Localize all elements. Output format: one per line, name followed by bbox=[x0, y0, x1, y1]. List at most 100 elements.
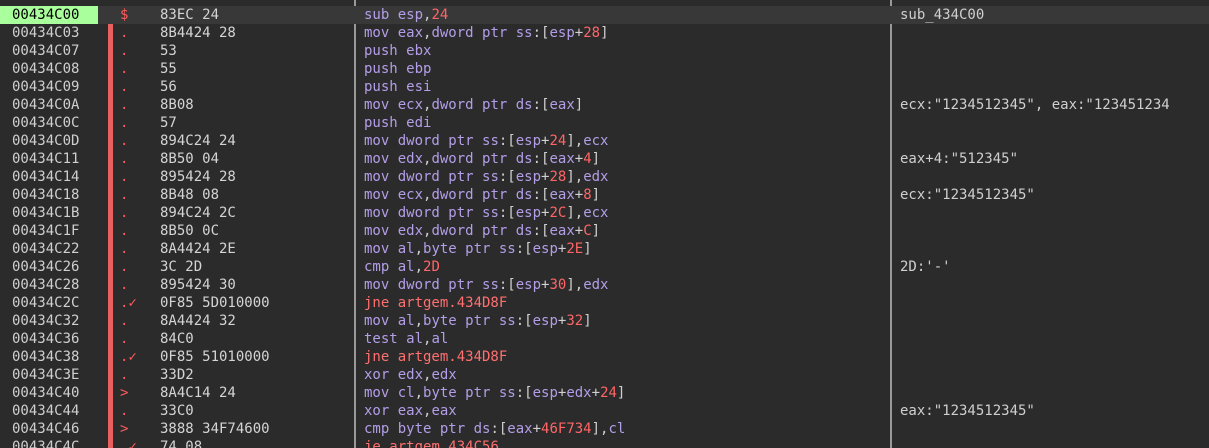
disassembly-view[interactable]: 00434C00 $83EC 24 sub esp,24 sub_434C00 0043… bbox=[0, 0, 1209, 448]
operand: esp bbox=[397, 7, 424, 23]
comment bbox=[900, 420, 1209, 438]
mnemonic: cmp bbox=[364, 421, 398, 437]
comment bbox=[900, 24, 1209, 42]
operand: al bbox=[431, 331, 449, 347]
operand: , bbox=[414, 385, 424, 401]
instruction-row[interactable]: 00434C36. 84C0 test al,al bbox=[0, 330, 1209, 348]
address: 00434C22 bbox=[12, 241, 80, 257]
operand: eax bbox=[549, 97, 575, 113]
operand: ] bbox=[591, 151, 601, 167]
instruction-row[interactable]: 00434C1F. 8B50 0C mov edx,dword ptr ds:[ea… bbox=[0, 222, 1209, 240]
address: 00434C0D bbox=[12, 133, 80, 149]
jump-marker: > bbox=[120, 385, 129, 401]
instruction: mov edx,dword ptr ds:[eax+C] bbox=[364, 222, 884, 240]
operand: ], bbox=[566, 205, 584, 221]
operand: :[ bbox=[515, 385, 533, 401]
opcode-bytes: 8B50 04 bbox=[160, 151, 220, 167]
instruction-row[interactable]: 00434C07. 53 push ebx bbox=[0, 42, 1209, 60]
instruction: je artgem.434C56 bbox=[364, 438, 884, 448]
address: 00434C0C bbox=[12, 115, 80, 131]
comment: eax:"1234512345" bbox=[900, 403, 1035, 419]
instruction-row[interactable]: 00434C11. 8B50 04 mov edx,dword ptr ds:[ea… bbox=[0, 150, 1209, 168]
opcode-bytes: 57 bbox=[160, 115, 177, 131]
comment: ecx:"1234512345" bbox=[900, 187, 1035, 203]
instruction-row[interactable]: 00434C26. 3C 2D cmp al,2D 2D:'-' bbox=[0, 258, 1209, 276]
instruction-row[interactable]: 00434C0A. 8B08 mov ecx,dword ptr ds:[eax] e… bbox=[0, 96, 1209, 114]
instruction-row[interactable]: 00434C03. 8B4424 28 mov eax,dword ptr ss:[… bbox=[0, 24, 1209, 42]
instruction-row[interactable]: 00434C28. 895424 30 mov dword ptr ss:[esp+… bbox=[0, 276, 1209, 294]
address: 00434C09 bbox=[12, 79, 80, 95]
jump-marker: . bbox=[120, 115, 129, 131]
jump-marker: . bbox=[120, 313, 129, 329]
mnemonic: mov bbox=[364, 313, 398, 329]
instruction-row[interactable]: 00434C0C. 57 push edi bbox=[0, 114, 1209, 132]
instruction-row[interactable]: 00434C09. 56 push esi bbox=[0, 78, 1209, 96]
instruction-row[interactable]: 00434C22. 8A4424 2E mov al,byte ptr ss:[es… bbox=[0, 240, 1209, 258]
operand: esp bbox=[532, 313, 558, 329]
operand: esp bbox=[515, 133, 542, 149]
operand: ] bbox=[616, 385, 626, 401]
jump-marker: . bbox=[120, 133, 129, 149]
operand: 2E bbox=[566, 241, 584, 257]
operand: ecx bbox=[397, 97, 424, 113]
jump-marker: . bbox=[120, 97, 129, 113]
instruction-row[interactable]: 00434C44. 33C0 xor eax,eax eax:"1234512345" bbox=[0, 402, 1209, 420]
operand: ss bbox=[515, 25, 533, 41]
instruction-row[interactable]: 00434C46 >3888 34F74600 cmp byte ptr ds:[e… bbox=[0, 420, 1209, 438]
operand: al bbox=[406, 331, 424, 347]
instruction-row[interactable]: 00434C32. 8A4424 32 mov al,byte ptr ss:[es… bbox=[0, 312, 1209, 330]
comment bbox=[900, 132, 1209, 150]
instruction-row[interactable]: 00434C1B. 894C24 2C mov dword ptr ss:[esp+… bbox=[0, 204, 1209, 222]
operand: edx bbox=[566, 385, 592, 401]
instruction: mov al,byte ptr ss:[esp+2E] bbox=[364, 240, 884, 258]
comment bbox=[900, 384, 1209, 402]
instruction-row[interactable]: 00434C40 >8A4C14 24 mov cl,byte ptr ss:[es… bbox=[0, 384, 1209, 402]
address: 00434C0A bbox=[12, 97, 80, 113]
instruction-row[interactable]: 00434C4C .✓ 74 08 je artgem.434C56 bbox=[0, 438, 1209, 448]
comment bbox=[900, 438, 1209, 448]
instruction-row[interactable]: 00434C08. 55 push ebp bbox=[0, 60, 1209, 78]
comment bbox=[900, 312, 1209, 330]
mnemonic: cmp bbox=[364, 259, 398, 275]
operand: dword ptr bbox=[431, 223, 516, 239]
jump-marker: . bbox=[120, 367, 129, 383]
operand: + bbox=[591, 385, 601, 401]
operand: ], bbox=[566, 169, 584, 185]
operand: dword ptr bbox=[397, 169, 483, 185]
opcode-bytes: 8B48 08 bbox=[160, 187, 220, 203]
comment bbox=[900, 366, 1209, 384]
comment bbox=[900, 276, 1209, 294]
operand: :[ bbox=[532, 187, 550, 203]
instruction-row[interactable]: 00434C18. 8B48 08 mov ecx,dword ptr ds:[ea… bbox=[0, 186, 1209, 204]
operand: byte ptr bbox=[423, 241, 499, 257]
jump-marker: . bbox=[120, 205, 129, 221]
instruction: mov dword ptr ss:[esp+30],edx bbox=[364, 276, 884, 294]
operand: ds bbox=[515, 151, 533, 167]
instruction-row[interactable]: 00434C14. 895424 28 mov dword ptr ss:[esp+… bbox=[0, 168, 1209, 186]
comment: eax+4:"512345" bbox=[900, 151, 1019, 167]
mnemonic: xor bbox=[364, 403, 398, 419]
instruction-row[interactable]: 00434C2C .✓ 0F85 5D010000 jne artgem.434D8F bbox=[0, 294, 1209, 312]
opcode-bytes: 8A4424 2E bbox=[160, 241, 236, 257]
jump-marker: . bbox=[120, 403, 129, 419]
operand: eax bbox=[397, 403, 424, 419]
jump-marker: . bbox=[120, 331, 129, 347]
operand: byte ptr bbox=[397, 421, 474, 437]
mnemonic: xor bbox=[364, 367, 398, 383]
opcode-bytes: 33C0 bbox=[160, 403, 194, 419]
instruction: mov cl,byte ptr ss:[esp+edx+24] bbox=[364, 384, 884, 402]
operand: esp bbox=[549, 25, 575, 41]
instruction: mov dword ptr ss:[esp+2C],ecx bbox=[364, 204, 884, 222]
operand: eax bbox=[549, 223, 575, 239]
address: 00434C3E bbox=[12, 367, 80, 383]
instruction-row[interactable]: 00434C00 $83EC 24 sub esp,24 sub_434C00 bbox=[0, 6, 1209, 24]
mnemonic: mov bbox=[364, 223, 398, 239]
operand: edx bbox=[583, 277, 609, 293]
instruction-row[interactable]: 00434C0D. 894C24 24 mov dword ptr ss:[esp+… bbox=[0, 132, 1209, 150]
address: 00434C07 bbox=[12, 43, 80, 59]
instruction-row[interactable]: 00434C38 .✓ 0F85 51010000 jne artgem.434D8F bbox=[0, 348, 1209, 366]
mnemonic: mov bbox=[364, 25, 398, 41]
instruction: mov eax,dword ptr ss:[esp+28] bbox=[364, 24, 884, 42]
instruction-row[interactable]: 00434C3E. 33D2 xor edx,edx bbox=[0, 366, 1209, 384]
opcode-bytes: 895424 28 bbox=[160, 169, 236, 185]
